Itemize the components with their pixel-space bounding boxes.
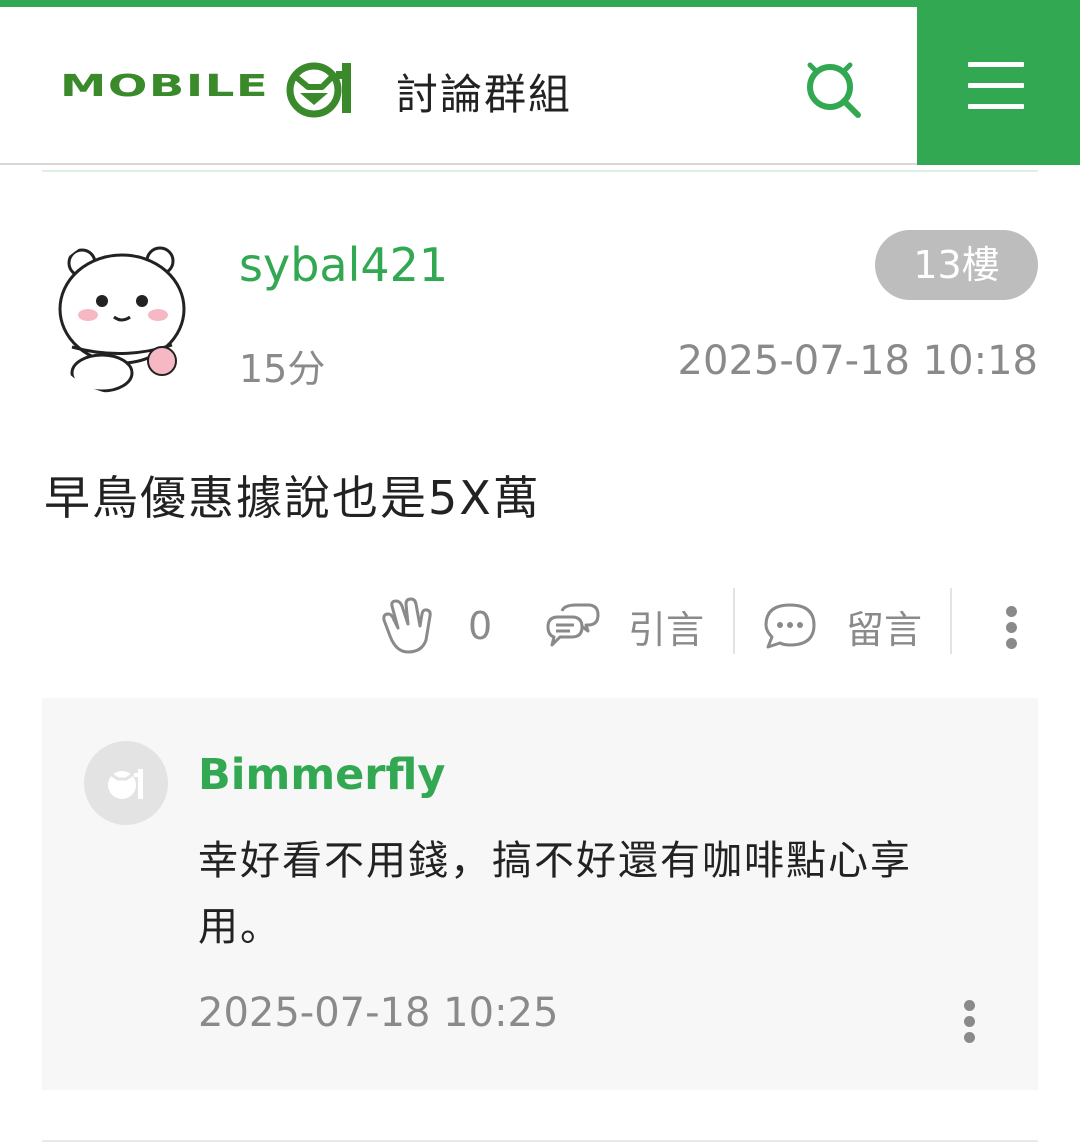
reply-content: 幸好看不用錢，搞不好還有咖啡點心享用。 <box>198 838 912 950</box>
site-logo[interactable]: MOBILE <box>60 53 360 123</box>
search-button[interactable] <box>800 57 864 121</box>
reply-username[interactable]: Bimmerfly <box>198 750 445 800</box>
reply-more-options-button[interactable] <box>954 996 986 1050</box>
post-timestamp: 2025-07-18 10:18 <box>677 338 1038 384</box>
search-icon <box>807 62 861 118</box>
post-username[interactable]: sybal421 <box>239 238 448 292</box>
more-dot <box>1006 622 1017 633</box>
comment-label: 留言 <box>846 607 923 652</box>
avatar-bear-icon <box>42 235 210 395</box>
more-vertical-icon <box>1006 606 1017 617</box>
top-accent-strip <box>0 0 1080 7</box>
floor-badge: 13樓 <box>875 230 1038 300</box>
section-divider <box>42 1140 1038 1142</box>
header-divider <box>42 170 1038 172</box>
more-dot <box>964 1032 975 1043</box>
quote-label: 引言 <box>628 607 705 652</box>
post-user-score: 15分 <box>239 347 326 391</box>
more-dot <box>964 1016 975 1027</box>
more-vertical-icon <box>964 1000 975 1011</box>
logo-text: MOBILE <box>60 69 270 104</box>
reply-avatar[interactable] <box>84 741 168 825</box>
hamburger-bar <box>968 83 1024 88</box>
more-dot <box>1006 638 1017 649</box>
action-separator <box>950 588 952 654</box>
avatar[interactable] <box>42 235 210 395</box>
comment-bubble-icon <box>764 603 816 649</box>
logo-01-badge-icon <box>286 62 351 118</box>
clap-hands-icon <box>382 597 432 654</box>
default-avatar-01-icon <box>108 769 143 799</box>
post-more-options-button[interactable] <box>996 600 1028 654</box>
like-count: 0 <box>468 604 493 648</box>
quote-button[interactable]: 引言 <box>544 592 704 660</box>
post-content: 早鳥優惠據說也是5X萬 <box>44 471 541 525</box>
action-separator <box>733 588 735 654</box>
page-title: 討論群組 <box>396 70 573 119</box>
hamburger-bar <box>968 104 1024 109</box>
site-header: MOBILE 討論群組 <box>0 7 1080 165</box>
quote-bubbles-icon <box>546 603 600 647</box>
reply-card: Bimmerfly 幸好看不用錢，搞不好還有咖啡點心享用。 2025-07-18… <box>42 698 1038 1090</box>
like-button[interactable]: 0 <box>380 592 492 660</box>
reply-timestamp: 2025-07-18 10:25 <box>198 990 559 1036</box>
comment-button[interactable]: 留言 <box>762 592 922 660</box>
hamburger-menu-icon <box>968 62 1024 67</box>
menu-button[interactable] <box>917 7 1080 165</box>
